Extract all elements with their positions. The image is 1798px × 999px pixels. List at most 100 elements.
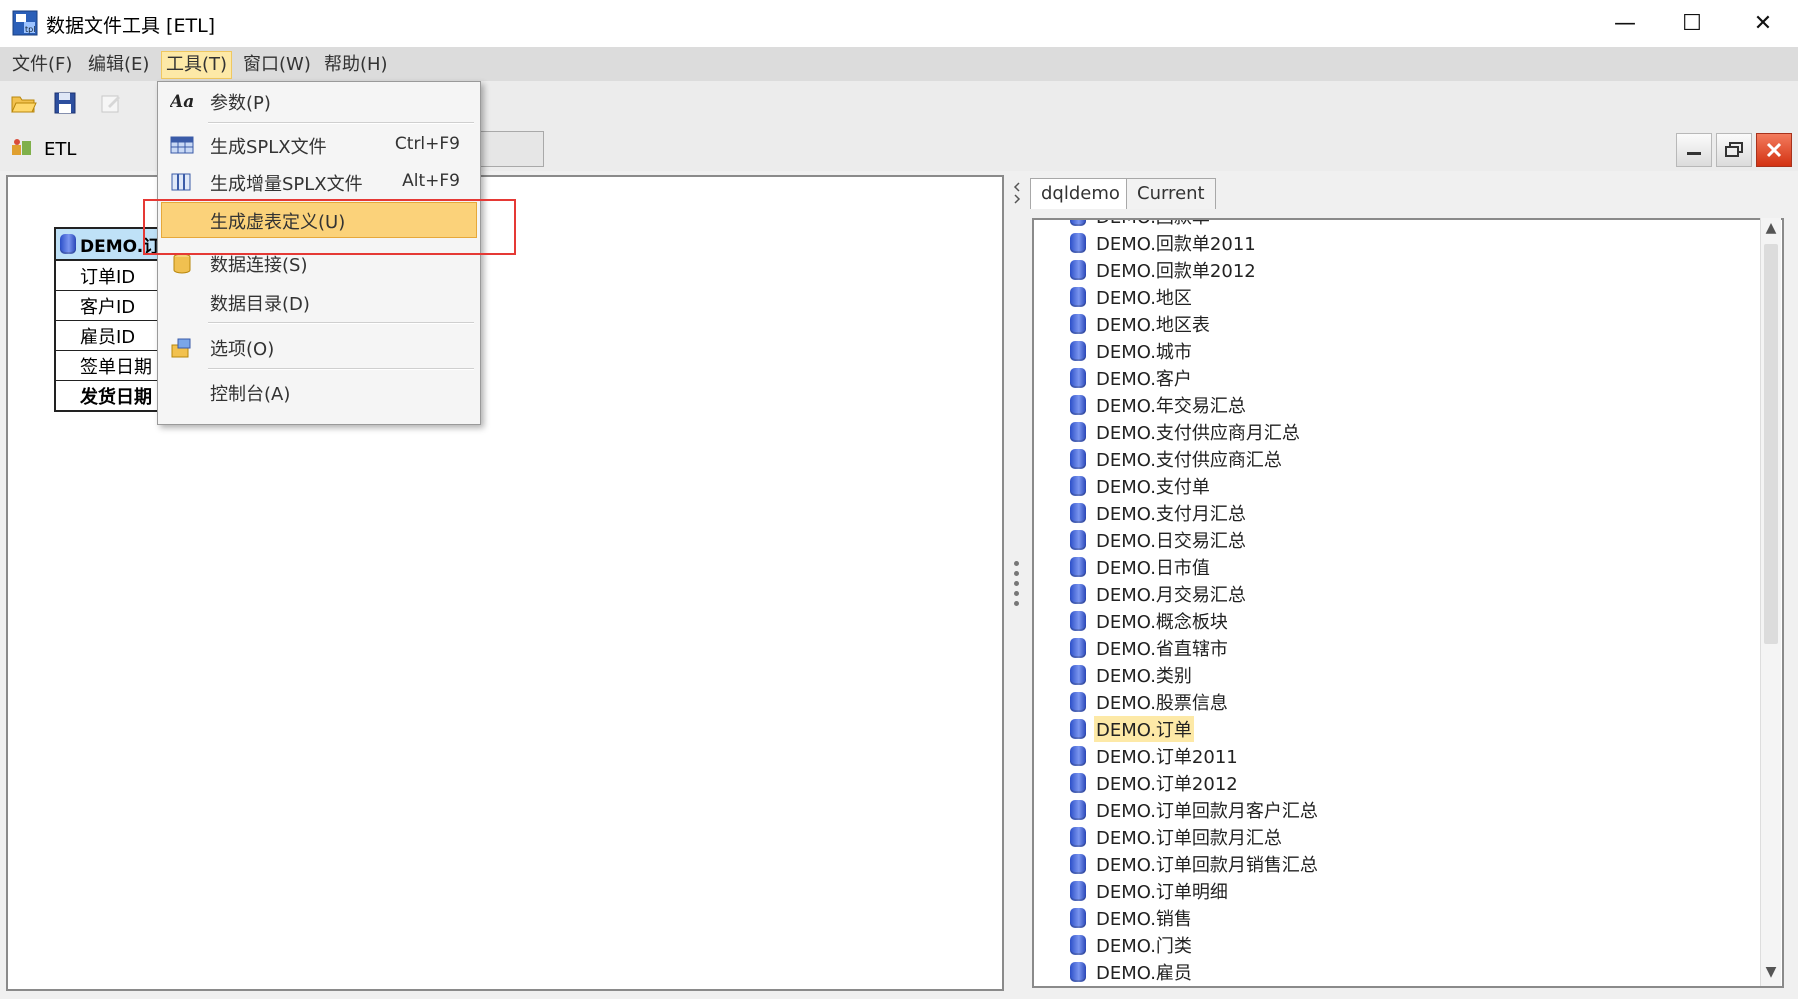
table-list-item[interactable]: DEMO.回款单2012 — [1070, 256, 1320, 283]
table-list-item[interactable]: DEMO.支付月汇总 — [1070, 499, 1320, 526]
minimize-icon: — — [1614, 11, 1636, 36]
table-list-item[interactable]: DEMO.日市值 — [1070, 553, 1320, 580]
table-list-item[interactable]: DEMO.日交易汇总 — [1070, 526, 1320, 553]
frame-close-button[interactable] — [1756, 133, 1792, 167]
frame-minimize-button[interactable] — [1676, 133, 1712, 167]
table-list-item-label: DEMO.地区 — [1096, 287, 1192, 309]
collapse-arrows-icon[interactable] — [1012, 181, 1022, 205]
font-aa-icon: Aa — [168, 91, 194, 112]
table-list-item[interactable]: DEMO.订单回款月销售汇总 — [1070, 850, 1320, 877]
database-table-icon — [1070, 583, 1086, 604]
table-list-item[interactable]: DEMO.省直辖市 — [1070, 634, 1320, 661]
table-list-item[interactable]: DEMO.订单回款月汇总 — [1070, 823, 1320, 850]
table-list-item[interactable]: DEMO.支付供应商月汇总 — [1070, 418, 1320, 445]
menu-item-generate-incremental-splx[interactable]: 生成增量SPLX文件 Alt+F9 — [158, 165, 480, 199]
close-button[interactable]: ✕ — [1728, 0, 1798, 47]
table-list-item[interactable]: DEMO.城市 — [1070, 337, 1320, 364]
table-list-item-label: DEMO.类别 — [1096, 665, 1192, 687]
menu-separator — [208, 368, 474, 370]
edit-icon — [101, 95, 120, 113]
menu-item-options[interactable]: 选项(O) — [158, 330, 480, 364]
table-list-item[interactable]: DEMO.回款单2011 — [1070, 229, 1320, 256]
grid-columns-icon — [170, 172, 194, 192]
menu-item-shortcut: Alt+F9 — [402, 171, 460, 191]
table-list-item-label: DEMO.支付供应商汇总 — [1096, 449, 1282, 471]
table-list-item[interactable]: DEMO.销售 — [1070, 904, 1320, 931]
menu-tools[interactable]: 工具(T) — [161, 51, 233, 79]
database-table-icon — [1070, 853, 1086, 874]
database-table-icon — [1070, 745, 1086, 766]
database-table-icon — [1070, 313, 1086, 334]
table-list-item[interactable]: DEMO.订单2012 — [1070, 769, 1320, 796]
scroll-thumb[interactable] — [1764, 244, 1778, 644]
save-icon — [54, 92, 76, 114]
table-list-item[interactable]: DEMO.支付单 — [1070, 472, 1320, 499]
menu-bar: 文件(F) 编辑(E) 工具(T) 窗口(W) 帮助(H) — [0, 47, 1798, 81]
table-list-item[interactable]: DEMO.订单 — [1070, 715, 1320, 742]
table-list-item-label: DEMO.城市 — [1096, 341, 1192, 363]
database-table-icon — [1070, 220, 1086, 226]
menu-file[interactable]: 文件(F) — [8, 51, 76, 79]
minimize-button[interactable]: — — [1590, 0, 1660, 47]
table-list-item-label: DEMO.门类 — [1096, 935, 1192, 957]
table-list-item[interactable]: DEMO.地区表 — [1070, 310, 1320, 337]
grip-dot — [1014, 601, 1019, 606]
database-table-icon — [1070, 475, 1086, 496]
table-list-item[interactable]: DEMO.年交易汇总 — [1070, 391, 1320, 418]
table-list-item[interactable]: DEMO.订单明细 — [1070, 877, 1320, 904]
table-list-item-label: DEMO.订单 — [1094, 715, 1194, 742]
edit-button[interactable] — [98, 90, 128, 118]
table-list-item[interactable]: DEMO.地区 — [1070, 283, 1320, 310]
maximize-button[interactable]: ☐ — [1657, 0, 1727, 47]
table-list-scrollbar[interactable]: ▲ ▼ — [1760, 218, 1781, 986]
database-table-icon — [1070, 799, 1086, 820]
menu-item-generate-splx[interactable]: 生成SPLX文件 Ctrl+F9 — [158, 128, 480, 162]
database-table-icon — [1070, 556, 1086, 577]
table-list-item-label: DEMO.订单明细 — [1096, 881, 1228, 903]
menu-item-params[interactable]: Aa 参数(P) — [158, 84, 480, 118]
title-bar: tpl 数据文件工具 [ETL] — ☐ ✕ — [0, 0, 1798, 48]
database-table-icon — [1070, 934, 1086, 955]
frame-restore-button[interactable] — [1716, 133, 1752, 167]
table-list-item[interactable]: DEMO.订单2011 — [1070, 742, 1320, 769]
table-list-item[interactable]: DEMO.订单回款月客户汇总 — [1070, 796, 1320, 823]
menu-edit[interactable]: 编辑(E) — [84, 51, 153, 79]
table-list-item-label: DEMO.支付单 — [1096, 476, 1210, 498]
menu-item-label: 选项(O) — [210, 339, 275, 360]
menu-item-console[interactable]: 控制台(A) — [158, 375, 480, 409]
menu-item-data-catalog[interactable]: 数据目录(D) — [158, 285, 480, 319]
tab-dqldemo[interactable]: dqldemo — [1030, 178, 1131, 209]
grip-dot — [1014, 571, 1019, 576]
database-table-icon — [1070, 907, 1086, 928]
minimize-icon — [1687, 152, 1701, 155]
panel-splitter[interactable] — [1010, 175, 1024, 991]
table-list-item[interactable]: DEMO.类别 — [1070, 661, 1320, 688]
table-list-item[interactable]: DEMO.回款单 — [1070, 220, 1320, 229]
table-list-item[interactable]: DEMO.月交易汇总 — [1070, 580, 1320, 607]
table-list-item[interactable]: DEMO.概念板块 — [1070, 607, 1320, 634]
close-icon — [1766, 142, 1782, 158]
database-table-icon — [1070, 502, 1086, 523]
menu-window[interactable]: 窗口(W) — [239, 51, 315, 79]
menu-help[interactable]: 帮助(H) — [320, 51, 392, 79]
open-folder-button[interactable] — [10, 90, 40, 118]
table-list-item-label: DEMO.订单回款月汇总 — [1096, 827, 1282, 849]
table-list-item[interactable]: DEMO.客户 — [1070, 364, 1320, 391]
app-logo-icon: tpl — [12, 10, 38, 36]
save-button[interactable] — [52, 90, 82, 118]
table-list-item[interactable]: DEMO.雇员 — [1070, 958, 1320, 985]
scroll-up-arrow-icon[interactable]: ▲ — [1761, 220, 1781, 240]
table-list-item-label: DEMO.概念板块 — [1096, 611, 1228, 633]
etl-canvas[interactable]: DEMO.订单 订单ID 客户ID 雇员ID 签单日期 发货日期 — [6, 175, 1004, 991]
table-list-item[interactable]: DEMO.支付供应商汇总 — [1070, 445, 1320, 472]
table-list-item[interactable]: DEMO.门类 — [1070, 931, 1320, 958]
table-list-item-label: DEMO.回款单 — [1094, 220, 1212, 229]
table-list-item-label: DEMO.省直辖市 — [1096, 638, 1228, 660]
database-table-icon — [1070, 259, 1086, 280]
tab-current[interactable]: Current — [1126, 178, 1216, 209]
table-list-item[interactable]: DEMO.股票信息 — [1070, 688, 1320, 715]
scroll-down-arrow-icon[interactable]: ▼ — [1761, 964, 1781, 984]
database-table-icon — [1070, 529, 1086, 550]
table-list-item-label: DEMO.支付月汇总 — [1096, 503, 1246, 525]
menu-separator — [208, 122, 474, 124]
